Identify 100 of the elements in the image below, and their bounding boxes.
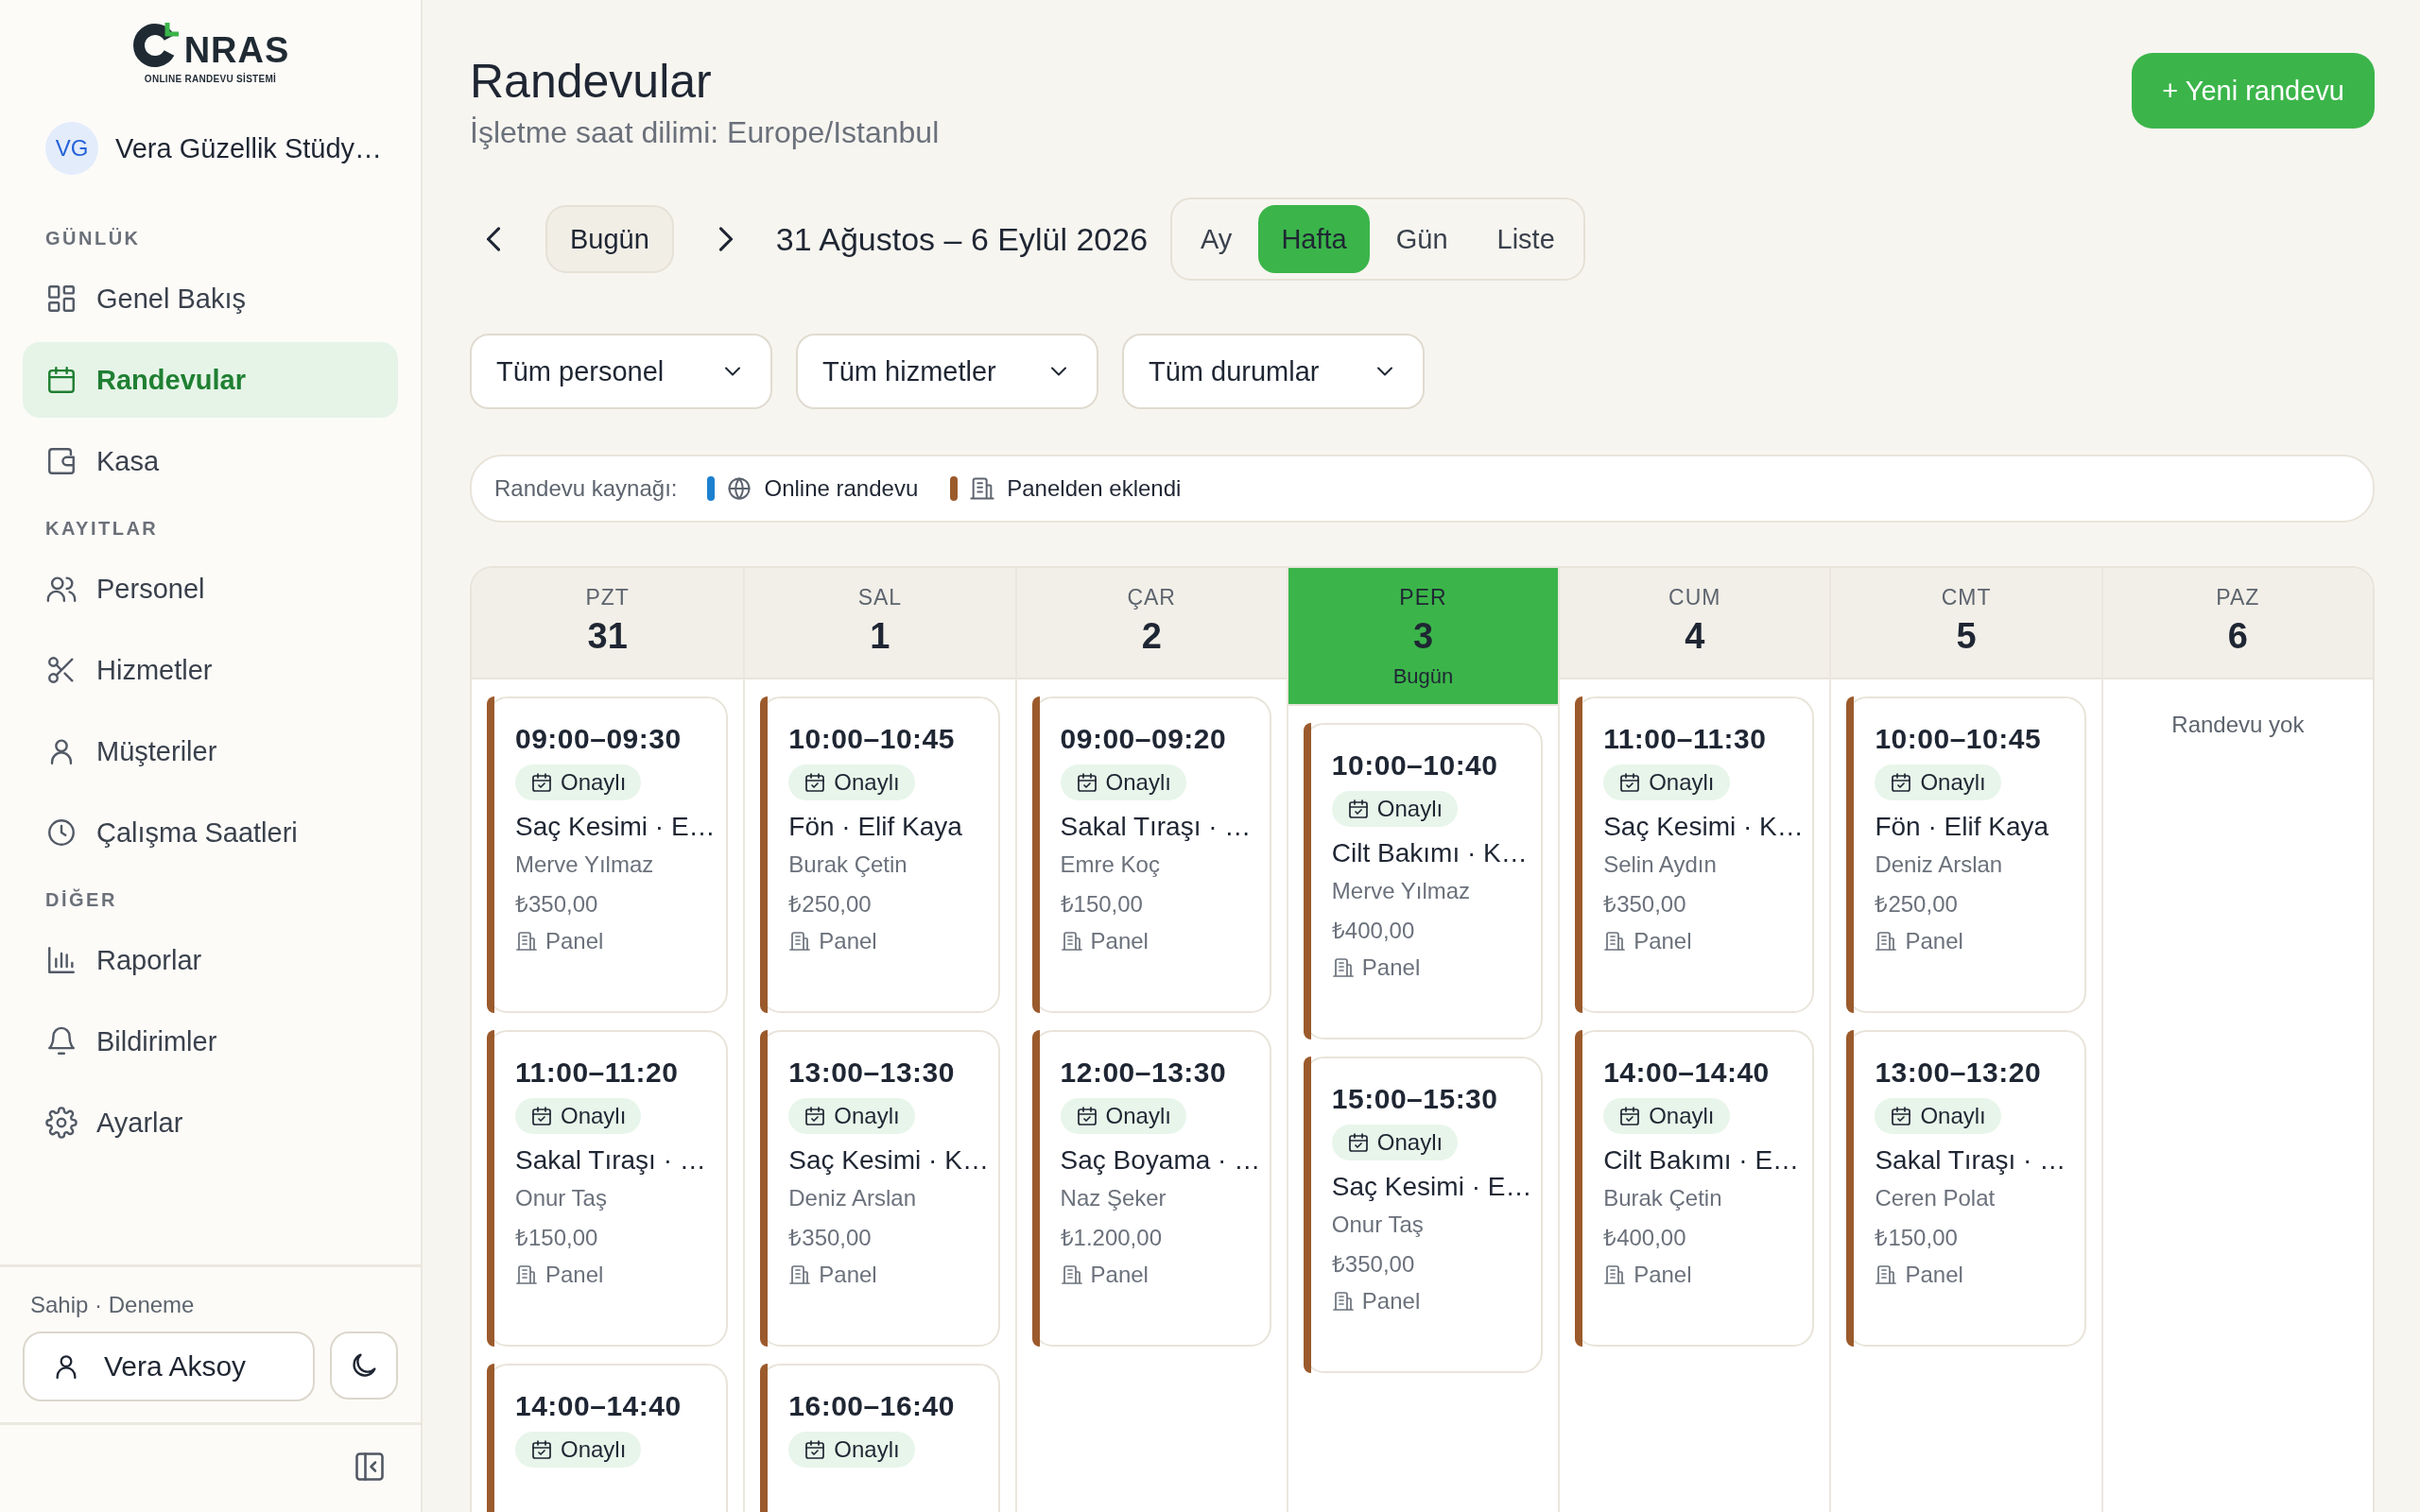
weekday-label: PZT — [585, 585, 630, 610]
appointment-card[interactable]: 11:00–11:20 Onaylı Sakal Tıraşı · … Onur Taş ₺150,00 Panel — [487, 1030, 729, 1347]
calendar-check-icon — [1618, 1105, 1642, 1127]
nav-item[interactable]: Personel — [23, 551, 398, 627]
appointment-time: 10:00–10:45 — [788, 723, 956, 755]
building-icon — [788, 1263, 812, 1286]
building-icon — [1060, 930, 1083, 953]
appointment-card[interactable]: 13:00–13:30 Onaylı Saç Kesimi · K… Deniz Arslan ₺350,00 Panel — [760, 1030, 1000, 1347]
staff-name: Onur Taş — [515, 1185, 608, 1211]
view-tab[interactable]: Liste — [1474, 205, 1578, 273]
source-label: Panel — [1361, 954, 1421, 981]
nav-item[interactable]: Bildirimler — [23, 1004, 398, 1079]
appointment-card[interactable]: 15:00–15:30 Onaylı Saç Kesimi · E… Onur Taş ₺350,00 Panel — [1303, 1057, 1544, 1373]
filter-dropdown[interactable]: Tüm durumlar — [1122, 334, 1425, 409]
building-icon — [515, 1263, 538, 1286]
source-label: Panel — [1361, 1288, 1421, 1314]
status-badge: Onaylı — [1331, 1125, 1459, 1160]
view-tab[interactable]: Hafta — [1258, 205, 1370, 273]
appointment-time: 12:00–13:30 — [1060, 1057, 1228, 1089]
chevron-right-icon — [718, 227, 733, 251]
building-icon — [1875, 1263, 1898, 1286]
nav-item[interactable]: Çalışma Saatleri — [23, 795, 398, 870]
appointment-card[interactable]: 14:00–14:40 Onaylı Cilt Bakımı · E… Burak Çetin ₺400,00 Panel — [1575, 1030, 1815, 1347]
source-label: Panel — [545, 928, 604, 954]
nav-item[interactable]: Genel Bakış — [23, 261, 398, 336]
appointment-price: ₺350,00 — [1603, 890, 1687, 919]
building-icon — [1875, 930, 1898, 953]
calendar-check-icon — [1618, 771, 1642, 794]
nav-section-label: KAYITLAR — [44, 517, 160, 541]
day-number: 2 — [1141, 616, 1162, 657]
calendar-check-icon — [804, 771, 827, 794]
appointment-time: 09:00–09:30 — [515, 723, 683, 755]
appointment-title: Sakal Tıraşı · … — [1060, 812, 1253, 842]
appointment-price: ₺150,00 — [1875, 1224, 1959, 1252]
appointment-card[interactable]: 12:00–13:30 Onaylı Saç Boyama · … Naz Şeker ₺1.200,00 Panel — [1031, 1030, 1271, 1347]
appointment-time: 16:00–16:40 — [788, 1390, 956, 1422]
view-tab[interactable]: Gün — [1373, 205, 1471, 273]
appointment-card[interactable]: 11:00–11:30 Onaylı Saç Kesimi · K… Selin Aydın ₺350,00 Panel — [1575, 696, 1815, 1013]
nav-item[interactable]: Müşteriler — [23, 713, 398, 789]
appointment-title: Saç Kesimi · K… — [1603, 812, 1800, 842]
nav-item[interactable]: Kasa — [23, 423, 398, 499]
date-range: 31 Ağustos – 6 Eylül 2026 — [775, 220, 1149, 258]
staff-name: Burak Çetin — [788, 851, 908, 878]
appointment-card[interactable]: 10:00–10:45 Onaylı Fön · Elif Kaya Deniz Arslan ₺250,00 Panel — [1846, 696, 2086, 1013]
appointment-time: 11:00–11:20 — [515, 1057, 680, 1089]
day-number: 4 — [1685, 616, 1705, 657]
staff-name: Onur Taş — [1331, 1211, 1425, 1238]
appointment-card[interactable]: 09:00–09:30 Onaylı Saç Kesimi · E… Merve Yılmaz ₺350,00 Panel — [487, 696, 729, 1013]
nav-item[interactable]: Hizmetler — [23, 632, 398, 708]
staff-name: Merve Yılmaz — [515, 851, 655, 878]
staff-name: Selin Aydın — [1603, 851, 1718, 878]
appointment-title: Fön · Elif Kaya — [788, 812, 963, 842]
chevron-left-icon — [487, 227, 500, 251]
status-badge: Onaylı — [788, 765, 915, 800]
source-label: Panel — [1090, 928, 1149, 954]
calendar-check-icon — [804, 1105, 827, 1127]
calendar-check-icon — [530, 1105, 553, 1127]
grid-icon — [45, 283, 78, 315]
logo-tagline: ONLINE RANDEVU SİSTEMİ — [144, 74, 277, 84]
day-number: 6 — [2227, 616, 2248, 657]
filter-dropdown[interactable]: Tüm hizmetler — [796, 334, 1098, 409]
nav-item[interactable]: Ayarlar — [23, 1085, 398, 1160]
calendar-check-icon — [804, 1438, 827, 1461]
nav-item[interactable]: Randevular — [23, 342, 398, 418]
source-label: Panel — [1905, 1262, 1963, 1288]
calendar-check-icon — [1346, 798, 1370, 820]
collapse-sidebar-button[interactable] — [353, 1450, 387, 1484]
today-button[interactable]: Bugün — [545, 205, 674, 273]
day-number: 5 — [1956, 616, 1977, 657]
appointment-title: Saç Kesimi · E… — [515, 812, 714, 842]
appointment-title: Saç Boyama · … — [1060, 1145, 1256, 1176]
source-label: Panel — [819, 1262, 877, 1288]
calendar-icon — [45, 364, 78, 396]
building-icon — [1331, 956, 1355, 979]
user-button[interactable]: Vera Aksoy — [23, 1332, 316, 1401]
theme-toggle-button[interactable] — [330, 1332, 398, 1400]
source-label: Panel — [1905, 928, 1963, 954]
building-icon — [788, 930, 812, 953]
appointment-time: 14:00–14:40 — [515, 1390, 683, 1422]
appointment-card[interactable]: 13:00–13:20 Onaylı Sakal Tıraşı · … Ceren Polat ₺150,00 Panel — [1846, 1030, 2086, 1347]
appointment-card[interactable]: 16:00–16:40 Onaylı — [760, 1364, 1000, 1512]
day-number: 31 — [587, 616, 628, 657]
status-badge: Onaylı — [1875, 765, 2001, 800]
appointment-price: ₺350,00 — [515, 890, 599, 919]
filter-dropdown[interactable]: Tüm personel — [470, 334, 772, 409]
appointment-time: 10:00–10:40 — [1331, 749, 1499, 782]
weekday-label: PAZ — [2216, 585, 2260, 610]
nav-item[interactable]: Raporlar — [23, 922, 398, 998]
legend-item-label: Online randevu — [764, 475, 919, 502]
appointment-card[interactable]: 09:00–09:20 Onaylı Sakal Tıraşı · … Emre Koç ₺150,00 Panel — [1031, 696, 1271, 1013]
building-icon — [1603, 1263, 1627, 1286]
day-number: 3 — [1412, 616, 1434, 657]
source-label: Panel — [1090, 1262, 1149, 1288]
appointment-card[interactable]: 10:00–10:40 Onaylı Cilt Bakımı · K… Merve Yılmaz ₺400,00 Panel — [1303, 723, 1544, 1040]
legend-item-label: Panelden eklendi — [1007, 475, 1182, 502]
source-label: Panel — [1634, 928, 1692, 954]
appointment-card[interactable]: 10:00–10:45 Onaylı Fön · Elif Kaya Burak Çetin ₺250,00 Panel — [760, 696, 1000, 1013]
appointment-title: Cilt Bakımı · E… — [1603, 1145, 1800, 1176]
view-tab[interactable]: Ay — [1178, 205, 1255, 273]
appointment-card[interactable]: 14:00–14:40 Onaylı — [487, 1364, 729, 1512]
